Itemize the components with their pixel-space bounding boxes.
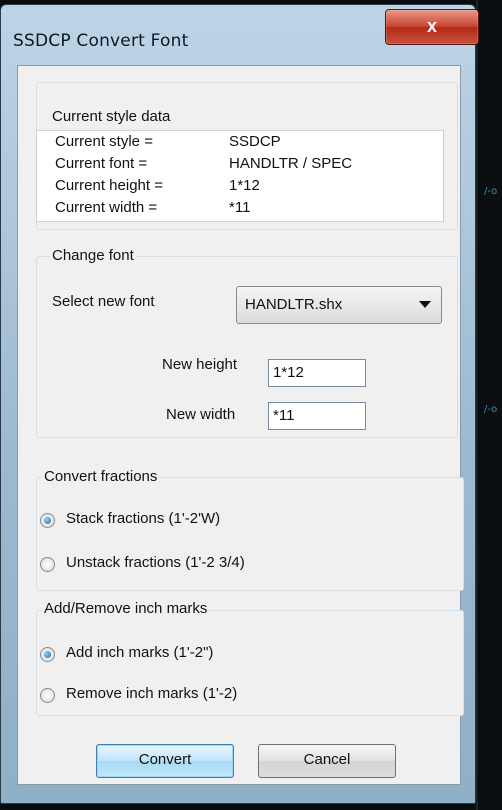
- new-width-label: New width: [166, 406, 236, 423]
- cancel-button[interactable]: Cancel: [258, 744, 396, 778]
- list-item-value: 1*12: [229, 177, 260, 194]
- list-item: Current style =: [55, 133, 153, 150]
- background-line: [476, 0, 478, 810]
- unstack-fractions-label[interactable]: Unstack fractions (1'-2 3/4): [66, 554, 245, 571]
- new-width-input[interactable]: *11: [268, 402, 366, 430]
- list-item-value: SSDCP: [229, 133, 281, 150]
- add-inch-marks-radio[interactable]: [40, 647, 55, 662]
- list-item-value: *11: [229, 199, 251, 216]
- background-marker: /-o: [484, 404, 498, 415]
- inch-marks-label: Add/Remove inch marks: [42, 600, 210, 617]
- add-inch-marks-label[interactable]: Add inch marks (1'-2"): [66, 644, 213, 661]
- window-title: SSDCP Convert Font: [13, 31, 189, 51]
- close-icon: x: [426, 16, 437, 36]
- list-item: Current font =: [55, 155, 148, 172]
- stack-fractions-label[interactable]: Stack fractions (1'-2'W): [66, 510, 220, 527]
- convert-fractions-group: [36, 477, 464, 591]
- change-font-group: [36, 256, 458, 438]
- unstack-fractions-radio[interactable]: [40, 557, 55, 572]
- convert-fractions-label: Convert fractions: [42, 468, 160, 485]
- change-font-label: Change font: [50, 247, 136, 264]
- title-bar[interactable]: SSDCP Convert Font x: [1, 5, 479, 63]
- chevron-down-icon[interactable]: [419, 301, 431, 308]
- remove-inch-marks-radio[interactable]: [40, 688, 55, 703]
- current-style-label: Current style data: [50, 108, 173, 125]
- background-marker: /-o: [484, 186, 498, 197]
- new-height-input[interactable]: 1*12: [268, 359, 366, 387]
- current-style-list: Current style = SSDCP Current font = HAN…: [36, 130, 444, 222]
- remove-inch-marks-label[interactable]: Remove inch marks (1'-2): [66, 685, 237, 702]
- close-button[interactable]: x: [385, 9, 479, 45]
- list-item: Current height =: [55, 177, 163, 194]
- new-height-label: New height: [162, 356, 238, 373]
- font-select-value: HANDLTR.shx: [245, 296, 343, 313]
- font-select[interactable]: HANDLTR.shx: [236, 286, 442, 324]
- stack-fractions-radio[interactable]: [40, 513, 55, 528]
- select-font-label: Select new font: [52, 293, 155, 310]
- convert-button[interactable]: Convert: [96, 744, 234, 778]
- list-item-value: HANDLTR / SPEC: [229, 155, 353, 172]
- list-item: Current width =: [55, 199, 158, 216]
